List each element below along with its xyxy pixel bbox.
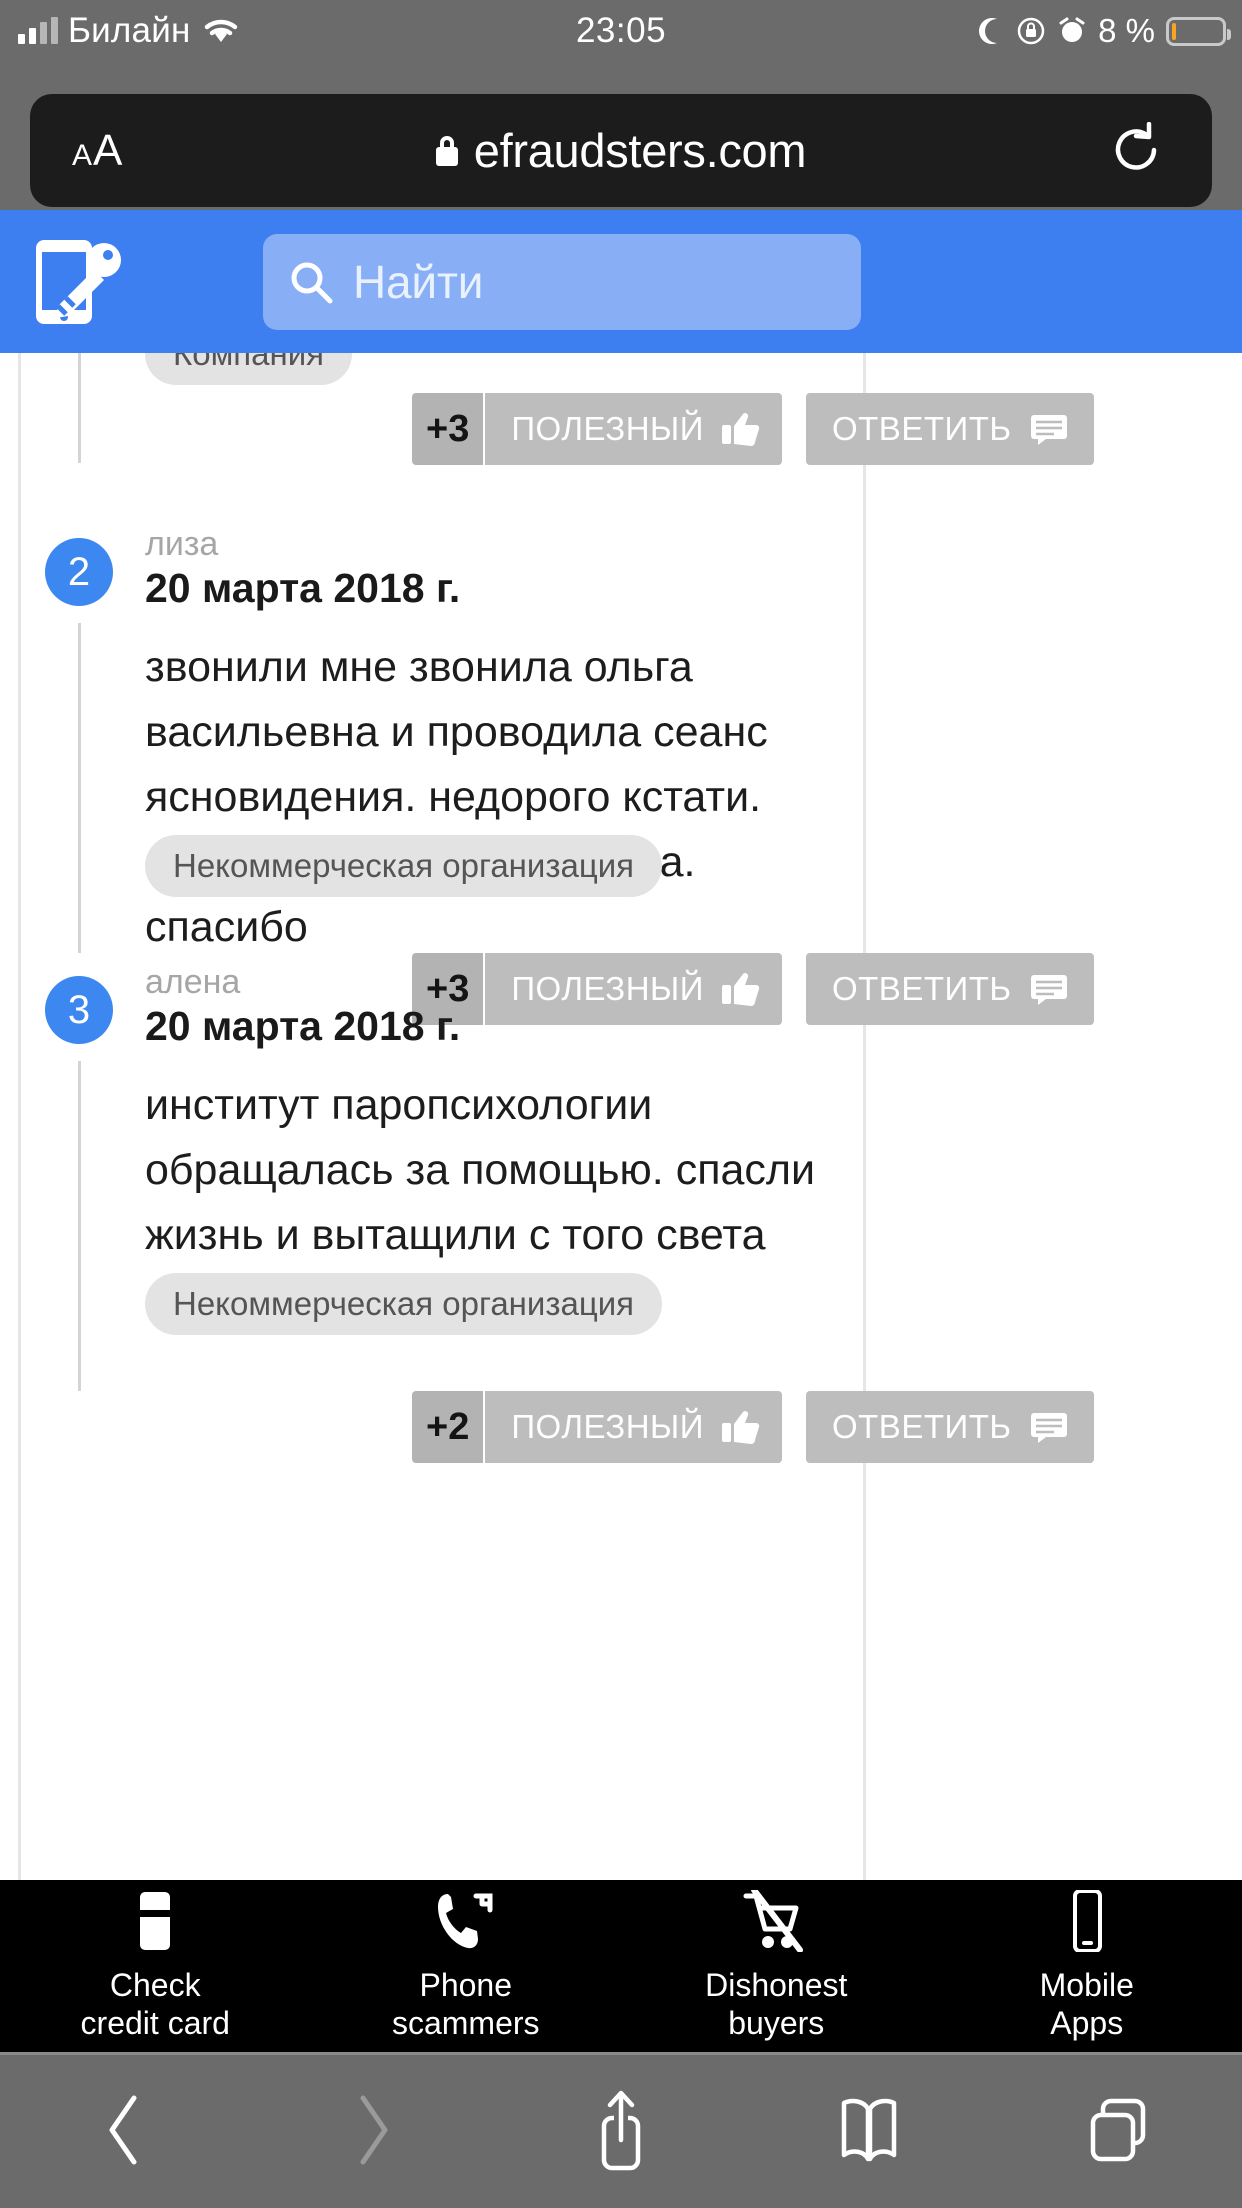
app-bar-item-mobile-apps[interactable]: Mobile Apps [932, 1890, 1242, 2042]
vote-count: +3 [412, 393, 486, 465]
toolbar-hairline [0, 2052, 1242, 2055]
comment-body: институт паропсихологии обращалась за по… [145, 1081, 816, 1259]
comment-item: Компания +3 ПОЛЕЗНЫЙ ОТВЕТИТЬ [0, 353, 1242, 513]
vote-count: +2 [412, 1391, 486, 1463]
alarm-icon [1059, 17, 1085, 42]
bookmarks-button[interactable] [745, 2095, 993, 2165]
comment-tag: Некоммерческая организация [145, 1273, 663, 1335]
back-icon [109, 2095, 137, 2165]
safari-toolbar [0, 2052, 1242, 2208]
mobile-phone-icon [1072, 1890, 1102, 1952]
forward-icon [360, 2095, 388, 2165]
comment-bubble-icon [1030, 1413, 1067, 1443]
credit-card-icon [140, 1892, 171, 1950]
reply-button[interactable]: ОТВЕТИТЬ [805, 393, 1094, 465]
tabs-button[interactable] [994, 2095, 1242, 2165]
helpful-button[interactable]: +3 ПОЛЕЗНЫЙ [412, 393, 782, 465]
site-app-bar: Check credit card Phone scammers Dishone… [0, 1880, 1242, 2052]
comment-avatar: 3 [45, 976, 113, 1044]
battery-percent-label: 8 % [1098, 12, 1155, 49]
back-button[interactable] [0, 2090, 248, 2170]
search-placeholder: Найти [353, 256, 484, 308]
app-bar-label-line2: credit card [80, 2005, 230, 2041]
comment-bubble-icon [1030, 415, 1067, 445]
comment-avatar: 2 [45, 538, 113, 606]
phone-key-logo[interactable] [28, 234, 124, 330]
phone-scammer-icon [437, 1893, 493, 1949]
tabs-icon [1090, 2098, 1146, 2162]
reply-button[interactable]: ОТВЕТИТЬ [805, 1391, 1094, 1463]
comment-actions: +2 ПОЛЕЗНЫЙ ОТВЕТИТЬ [412, 1391, 1094, 1463]
app-bar-label-line1: Dishonest [705, 1967, 848, 2003]
thumbs-up-icon [721, 413, 760, 446]
app-bar-label-line2: Apps [1050, 2005, 1124, 2041]
reload-icon[interactable] [1108, 122, 1164, 178]
address-bar[interactable]: AA efraudsters.com [30, 94, 1212, 207]
helpful-label: ПОЛЕЗНЫЙ [485, 393, 782, 465]
bookmarks-icon [842, 2098, 897, 2162]
app-bar-label-line1: Mobile [1039, 1967, 1134, 2003]
search-input[interactable]: Найти [263, 234, 861, 330]
comment-item: 2 лиза 20 марта 2018 г. звонили мне звон… [0, 513, 1242, 1025]
comment-date: 20 марта 2018 г. [145, 1003, 461, 1049]
safari-url-bar-area: AA efraudsters.com [0, 62, 1242, 210]
lock-icon [435, 135, 458, 166]
site-header: Найти [0, 210, 1242, 353]
rotation-lock-icon [1017, 17, 1045, 45]
thread-line [78, 1061, 81, 1391]
share-icon [601, 2090, 641, 2171]
app-bar-item-dishonest-buyers[interactable]: Dishonest buyers [621, 1890, 932, 2042]
cart-crossed-icon [743, 1890, 804, 1952]
ios-status-bar: Билайн 23:05 8 % [0, 0, 1242, 62]
text-size-button[interactable]: AA [72, 126, 122, 176]
thumbs-up-icon [721, 1411, 760, 1444]
page-content: Компания +3 ПОЛЕЗНЫЙ ОТВЕТИТЬ 2 лиза 20 … [0, 353, 1242, 1880]
app-bar-item-phone-scammers[interactable]: Phone scammers [311, 1890, 622, 2042]
battery-icon [1166, 16, 1231, 46]
comment-username: алена [145, 963, 241, 1001]
app-bar-label-line2: scammers [391, 2005, 540, 2041]
comment-actions: +3 ПОЛЕЗНЫЙ ОТВЕТИТЬ [412, 393, 1094, 465]
share-button[interactable] [497, 2088, 745, 2172]
comment-item: 3 алена 20 марта 2018 г. институт паропс… [0, 951, 1242, 1463]
thread-line [78, 353, 81, 463]
comment-tag: Компания [145, 353, 353, 385]
helpful-button[interactable]: +2 ПОЛЕЗНЫЙ [412, 1391, 782, 1463]
comment-username: лиза [145, 525, 219, 563]
app-bar-label-line1: Check [109, 1967, 201, 2003]
comment-tag: Некоммерческая организация [145, 835, 663, 897]
helpful-label: ПОЛЕЗНЫЙ [485, 1391, 782, 1463]
moon-icon [979, 18, 998, 44]
app-bar-item-check-credit-card[interactable]: Check credit card [0, 1890, 311, 2042]
search-icon [291, 262, 333, 304]
thread-line [78, 623, 81, 953]
status-bar-right: 8 % [977, 12, 1231, 50]
forward-button[interactable] [248, 2090, 496, 2170]
url-text: efraudsters.com [473, 124, 807, 177]
url-display[interactable]: efraudsters.com [435, 123, 807, 178]
comment-date: 20 марта 2018 г. [145, 565, 461, 611]
comment-body: звонили мне звонила ольга васильевна и п… [145, 643, 768, 951]
app-bar-label-line1: Phone [419, 1967, 513, 2003]
app-bar-label-line2: buyers [728, 2005, 825, 2041]
